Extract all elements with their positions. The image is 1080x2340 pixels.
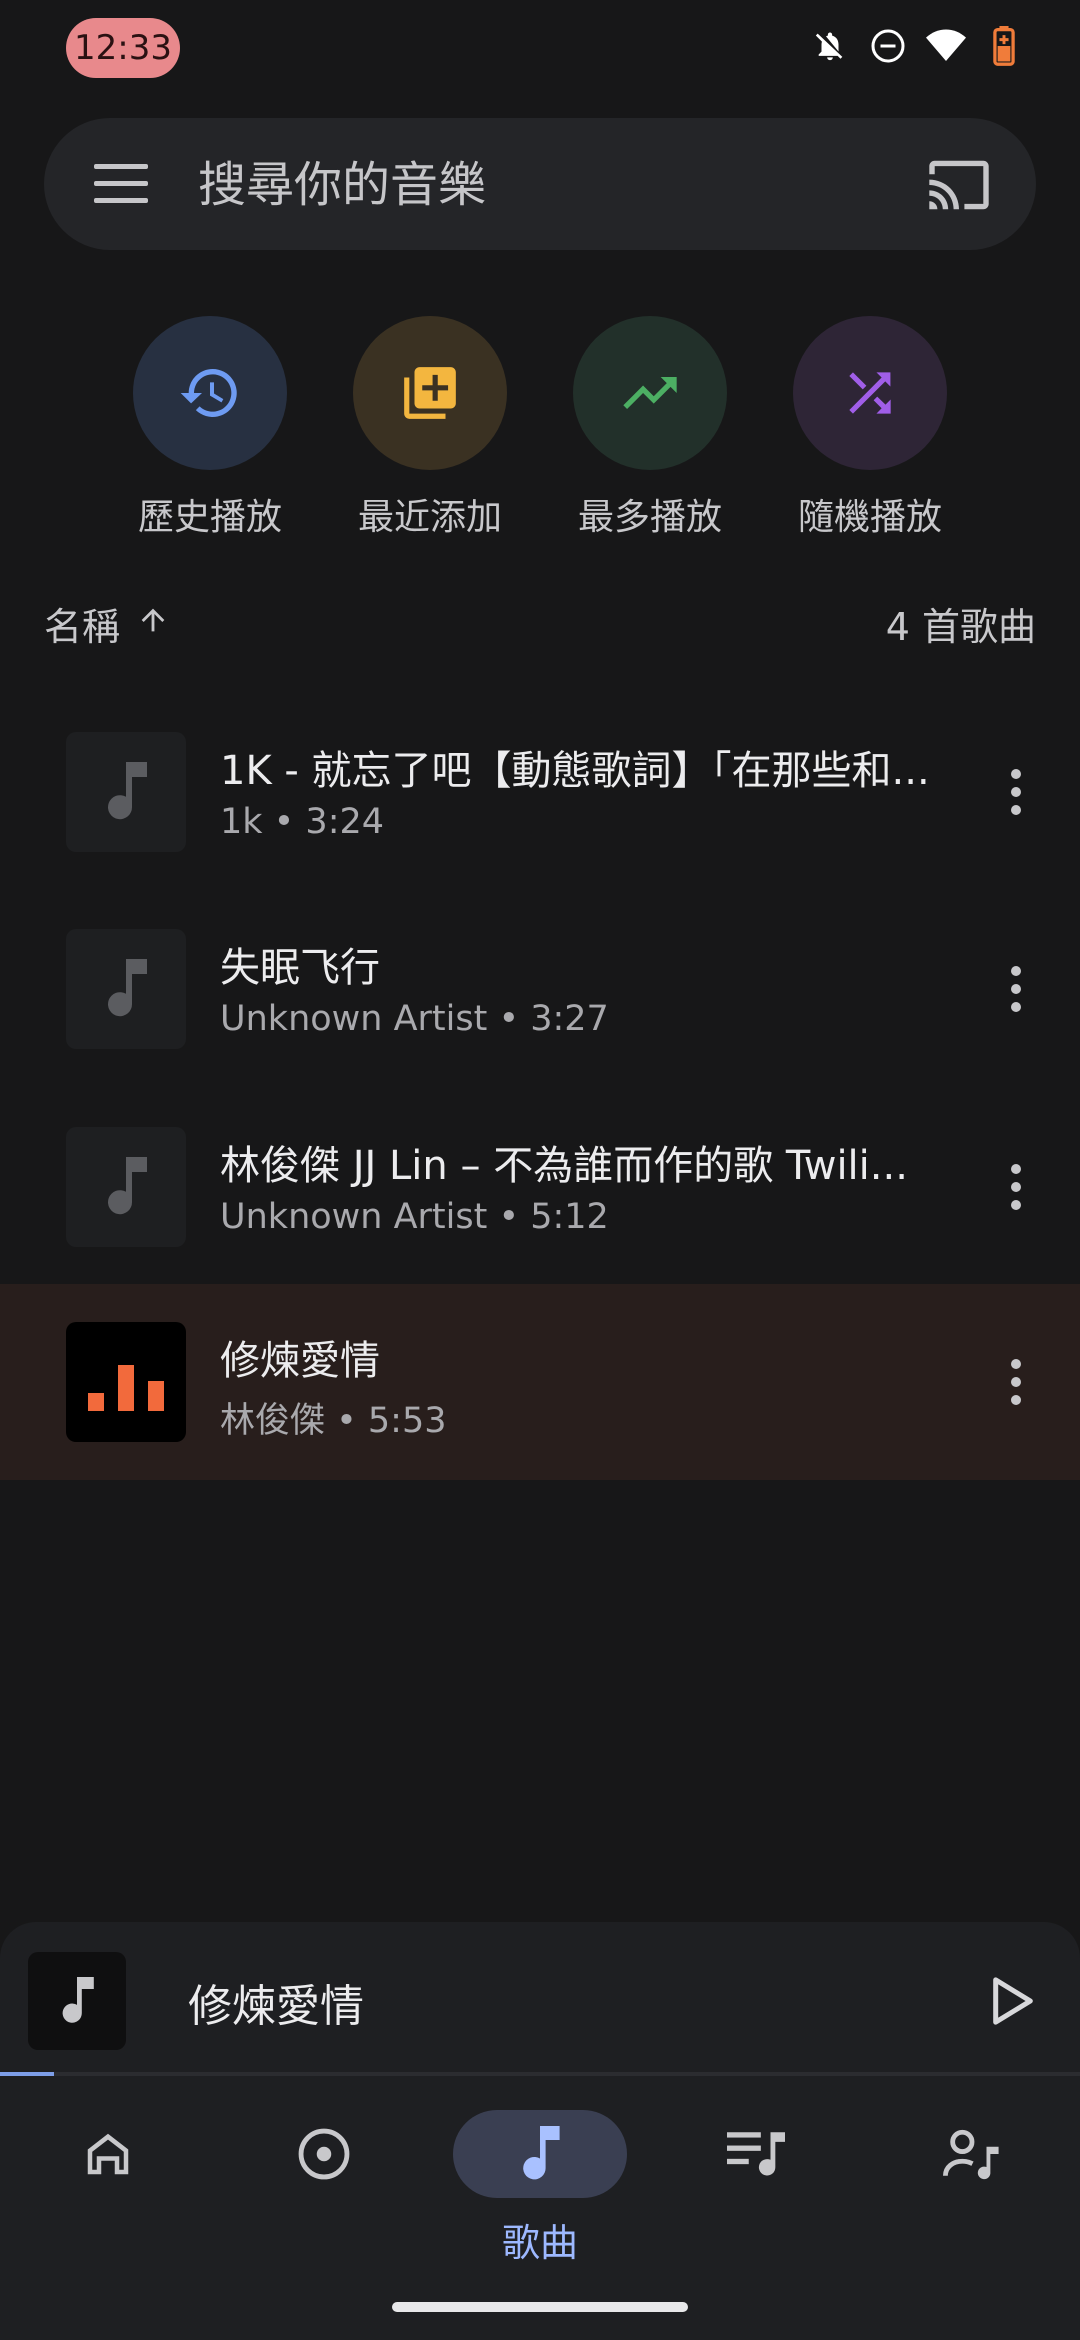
list-item-now-playing[interactable]: 修煉愛情 林俊傑 • 5:53 bbox=[0, 1284, 1080, 1480]
status-time: 12:33 bbox=[66, 18, 180, 78]
song-subtitle: Unknown Artist • 5:12 bbox=[220, 1197, 609, 1237]
quick-most-played-label: 最多播放 bbox=[577, 497, 722, 538]
mini-player-title: 修煉愛情 bbox=[188, 1981, 364, 2032]
nav-songs-label: 歌曲 bbox=[501, 2221, 578, 2265]
song-title: 1K - 就忘了吧【動態歌詞】「在那些和... bbox=[220, 748, 930, 794]
nav-playlists[interactable] bbox=[648, 2076, 864, 2276]
list-item[interactable]: 林俊傑 JJ Lin – 不為誰而作的歌 Twili... Unknown Ar… bbox=[0, 1089, 1080, 1285]
nav-home[interactable] bbox=[0, 2076, 216, 2276]
quick-shuffle-label: 隨機播放 bbox=[797, 497, 942, 538]
sort-label: 名稱 bbox=[44, 605, 121, 649]
music-note-icon bbox=[108, 959, 147, 1017]
mini-player[interactable]: 修煉愛情 bbox=[0, 1922, 1080, 2076]
list-item[interactable]: 失眠飞行 Unknown Artist • 3:27 bbox=[0, 891, 1080, 1087]
search-input[interactable] bbox=[196, 152, 920, 218]
music-note-icon bbox=[108, 762, 147, 820]
bottom-nav: 歌曲 bbox=[0, 2076, 1080, 2340]
more-options-icon[interactable] bbox=[996, 760, 1036, 824]
quick-recent-label: 最近添加 bbox=[357, 497, 502, 538]
song-thumbnail bbox=[66, 732, 186, 852]
list-item[interactable]: 1K - 就忘了吧【動態歌詞】「在那些和... 1k • 3:24 bbox=[0, 694, 1080, 890]
music-note-icon bbox=[453, 2110, 627, 2198]
song-title: 失眠飞行 bbox=[220, 945, 380, 991]
album-icon bbox=[237, 2110, 411, 2198]
song-subtitle: Unknown Artist • 3:27 bbox=[220, 999, 609, 1039]
status-bar: 12:33 bbox=[0, 0, 1080, 96]
song-subtitle: 1k • 3:24 bbox=[220, 802, 385, 842]
more-options-icon[interactable] bbox=[996, 1155, 1036, 1219]
equalizer-icon bbox=[88, 1365, 164, 1411]
do-not-disturb-icon bbox=[868, 24, 908, 68]
bell-off-icon bbox=[810, 24, 850, 68]
quick-most-played-button[interactable]: 最多播放 bbox=[540, 316, 760, 540]
status-icons bbox=[810, 24, 1024, 68]
home-icon bbox=[21, 2110, 195, 2198]
shuffle-icon bbox=[793, 316, 947, 470]
song-title: 林俊傑 JJ Lin – 不為誰而作的歌 Twili... bbox=[220, 1143, 908, 1189]
sort-button[interactable]: 名稱 bbox=[44, 596, 170, 651]
home-indicator[interactable] bbox=[392, 2302, 688, 2312]
song-subtitle: 林俊傑 • 5:53 bbox=[220, 1401, 447, 1441]
song-count: 4 首歌曲 bbox=[885, 605, 1036, 649]
menu-icon[interactable] bbox=[94, 162, 148, 206]
mini-player-thumbnail bbox=[28, 1952, 126, 2050]
nav-albums[interactable] bbox=[216, 2076, 432, 2276]
quick-history-button[interactable]: 歷史播放 bbox=[100, 316, 320, 540]
nav-songs[interactable]: 歌曲 bbox=[432, 2076, 648, 2276]
quick-history-label: 歷史播放 bbox=[137, 497, 282, 538]
artist-icon bbox=[885, 2110, 1059, 2198]
arrow-up-icon bbox=[136, 602, 170, 646]
song-title: 修煉愛情 bbox=[220, 1338, 380, 1384]
trending-up-icon bbox=[573, 316, 727, 470]
song-thumbnail bbox=[66, 1127, 186, 1247]
history-icon bbox=[133, 316, 287, 470]
battery-charging-icon bbox=[984, 24, 1024, 68]
add-library-icon bbox=[353, 316, 507, 470]
playlist-icon bbox=[669, 2110, 843, 2198]
more-options-icon[interactable] bbox=[996, 1350, 1036, 1414]
quick-recent-button[interactable]: 最近添加 bbox=[320, 316, 540, 540]
play-icon[interactable] bbox=[980, 1968, 1046, 2034]
wifi-icon bbox=[926, 24, 966, 68]
quick-actions: 歷史播放 最近添加 最多播放 隨機播放 bbox=[0, 316, 1080, 556]
more-options-icon[interactable] bbox=[996, 957, 1036, 1021]
search-bar[interactable] bbox=[44, 118, 1036, 250]
quick-shuffle-button[interactable]: 隨機播放 bbox=[760, 316, 980, 540]
music-note-icon bbox=[62, 1977, 94, 2023]
music-note-icon bbox=[108, 1157, 147, 1215]
cast-icon[interactable] bbox=[926, 158, 992, 212]
now-playing-thumbnail bbox=[66, 1322, 186, 1442]
song-thumbnail bbox=[66, 929, 186, 1049]
nav-artists[interactable] bbox=[864, 2076, 1080, 2276]
